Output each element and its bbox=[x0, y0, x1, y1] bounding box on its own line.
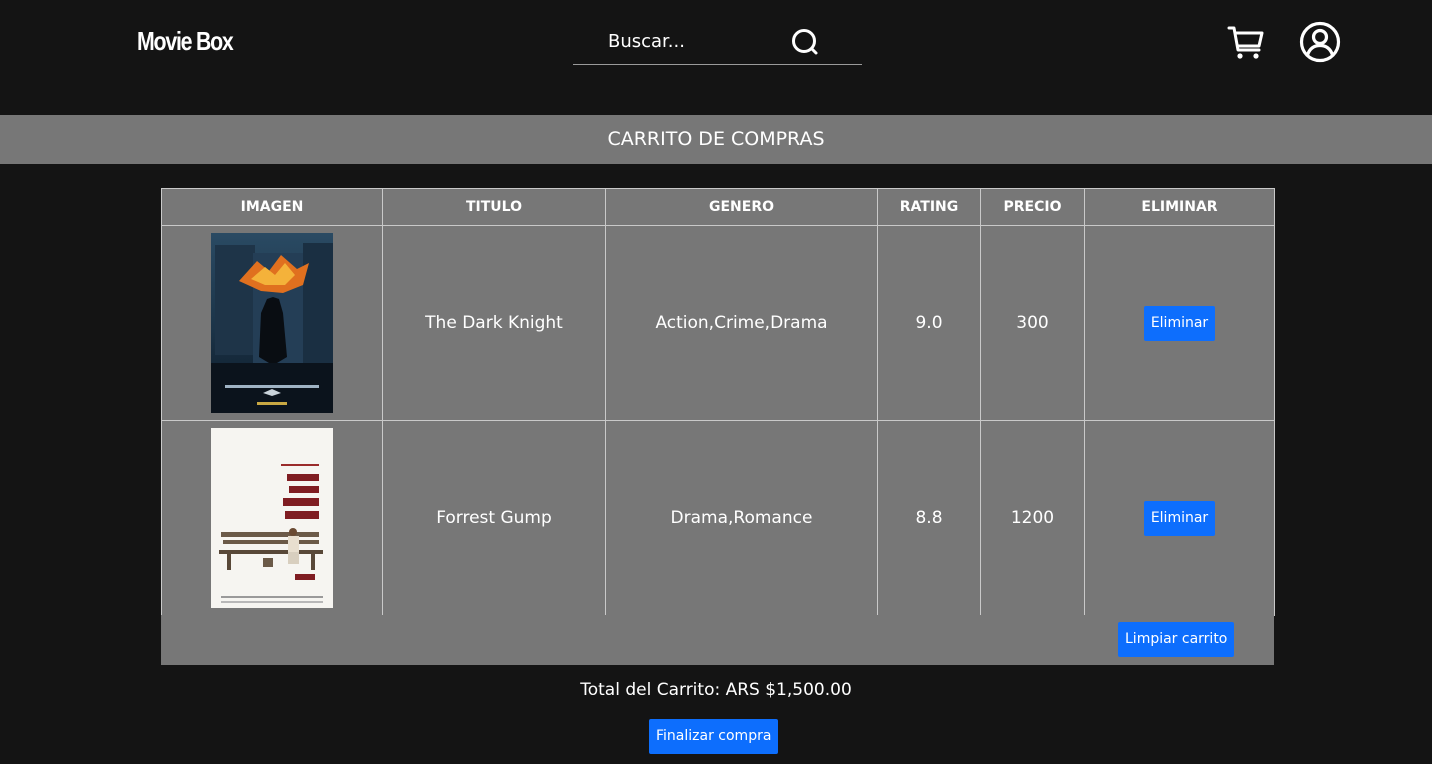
column-header-delete: ELIMINAR bbox=[1084, 188, 1275, 226]
image-cell bbox=[161, 420, 383, 616]
forrest-gump-poster bbox=[211, 428, 333, 608]
delete-cell: Eliminar bbox=[1084, 225, 1275, 421]
column-header-image: IMAGEN bbox=[161, 188, 383, 226]
dark-knight-poster bbox=[211, 233, 333, 413]
delete-button[interactable]: Eliminar bbox=[1143, 500, 1216, 536]
finish-purchase-button[interactable]: Finalizar compra bbox=[649, 719, 779, 754]
clear-cart-button[interactable]: Limpiar carrito bbox=[1118, 622, 1235, 657]
genre-cell: Drama,Romance bbox=[605, 420, 878, 616]
price-cell: 300 bbox=[980, 225, 1085, 421]
column-header-title: TITULO bbox=[382, 188, 606, 226]
cart-title-banner: CARRITO DE COMPRAS bbox=[0, 115, 1432, 164]
cart-table: IMAGEN TITULO GENERO RATING PRECIO ELIMI… bbox=[161, 188, 1275, 616]
search-input[interactable] bbox=[573, 18, 818, 64]
table-header-row: IMAGEN TITULO GENERO RATING PRECIO ELIMI… bbox=[161, 188, 1275, 226]
rating-cell: 9.0 bbox=[877, 225, 981, 421]
image-cell bbox=[161, 225, 383, 421]
column-header-price: PRECIO bbox=[980, 188, 1085, 226]
search-bar bbox=[573, 18, 862, 65]
table-row: Forrest Gump Drama,Romance 8.8 1200 Elim… bbox=[161, 420, 1275, 616]
genre-cell: Action,Crime,Drama bbox=[605, 225, 878, 421]
column-header-genre: GENERO bbox=[605, 188, 878, 226]
logo[interactable]: Movie Box bbox=[137, 24, 234, 58]
search-icon[interactable] bbox=[789, 26, 823, 60]
table-row: The Dark Knight Action,Crime,Drama 9.0 3… bbox=[161, 225, 1275, 421]
title-cell: Forrest Gump bbox=[382, 420, 606, 616]
top-navbar: Movie Box bbox=[0, 0, 1432, 115]
user-account-icon[interactable] bbox=[1298, 20, 1342, 64]
cart-icon[interactable] bbox=[1226, 22, 1266, 62]
cart-total: Total del Carrito: ARS $1,500.00 bbox=[580, 680, 852, 700]
delete-cell: Eliminar bbox=[1084, 420, 1275, 616]
title-cell: The Dark Knight bbox=[382, 225, 606, 421]
price-cell: 1200 bbox=[980, 420, 1085, 616]
cart-actions-row: Limpiar carrito bbox=[161, 615, 1274, 665]
delete-button[interactable]: Eliminar bbox=[1143, 305, 1216, 341]
rating-cell: 8.8 bbox=[877, 420, 981, 616]
column-header-rating: RATING bbox=[877, 188, 981, 226]
